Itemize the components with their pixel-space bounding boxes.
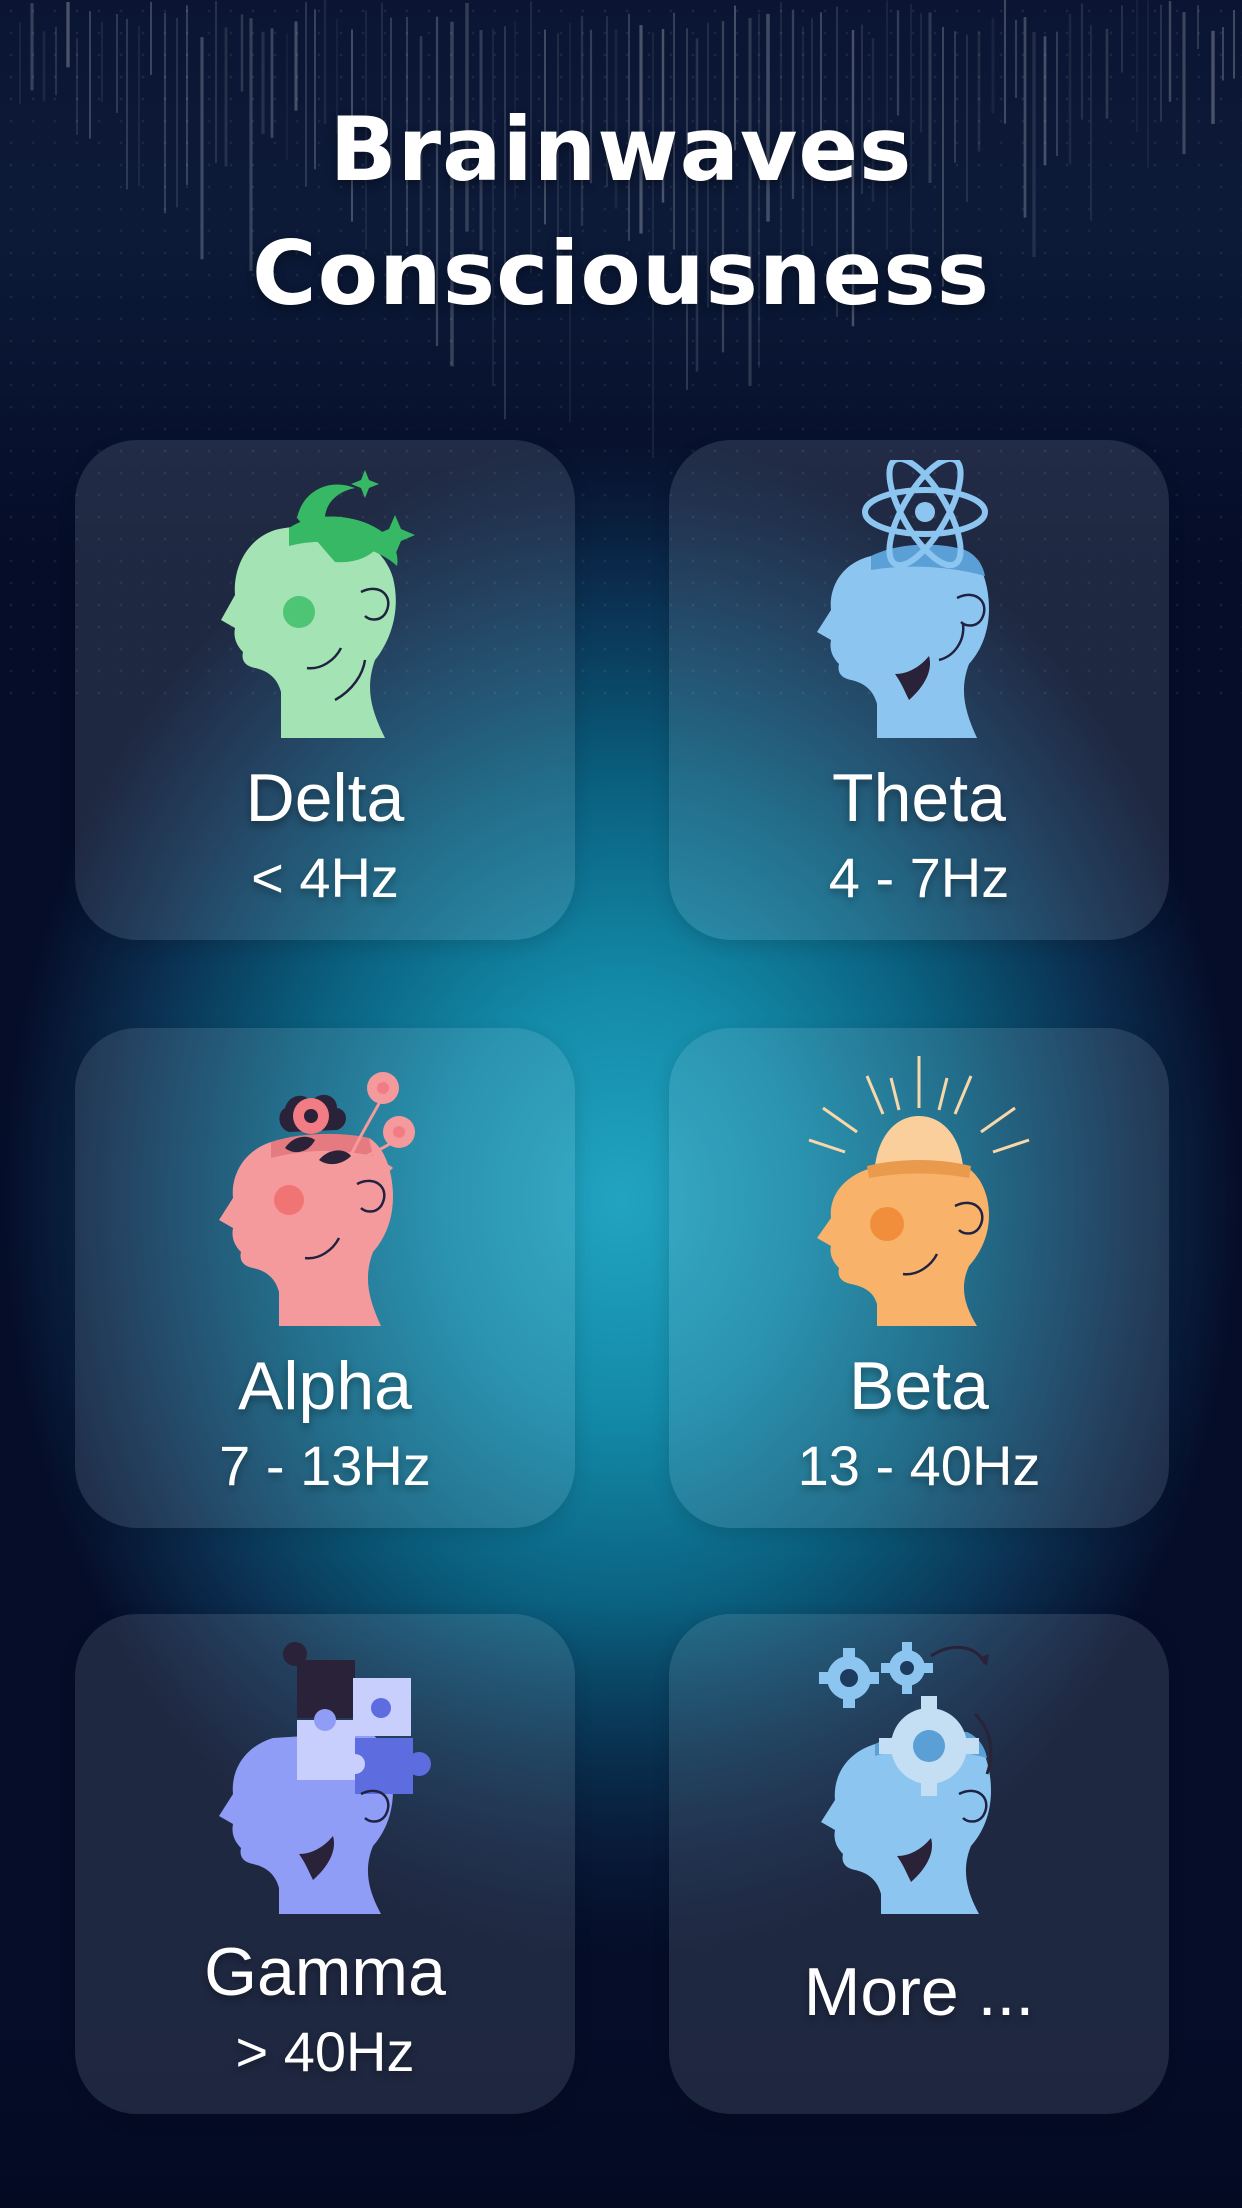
gears-head-icon (819, 1642, 993, 1914)
page-title-line-2: Consciousness (252, 222, 990, 325)
card-delta-frequency: < 4Hz (251, 846, 399, 909)
atom-head-icon (817, 460, 989, 738)
card-theta[interactable]: Theta 4 - 7Hz (669, 440, 1169, 940)
card-theta-name: Theta (832, 760, 1006, 836)
card-beta[interactable]: Beta 13 - 40Hz (669, 1028, 1169, 1528)
card-gamma-name: Gamma (204, 1934, 446, 2010)
puzzle-head-icon (219, 1642, 431, 1914)
page-title-line-1: Brainwaves (329, 98, 913, 201)
card-alpha[interactable]: Alpha 7 - 13Hz (75, 1028, 575, 1528)
card-alpha-frequency: 7 - 13Hz (219, 1434, 431, 1497)
card-more-name: More ... (803, 1954, 1035, 2030)
card-more[interactable]: More ... (669, 1614, 1169, 2114)
card-delta-name: Delta (245, 760, 405, 836)
sun-head-icon (808, 1056, 1030, 1326)
card-alpha-name: Alpha (238, 1348, 412, 1424)
brainwaves-screen: { "header": { "title_line1": "Brainwaves… (0, 0, 1242, 2208)
flower-head-icon (219, 1072, 415, 1326)
moon-stars-head-icon (221, 470, 415, 738)
card-gamma[interactable]: Gamma > 40Hz (75, 1614, 575, 2114)
card-delta[interactable]: Delta < 4Hz (75, 440, 575, 940)
card-beta-frequency: 13 - 40Hz (797, 1434, 1041, 1497)
card-theta-frequency: 4 - 7Hz (828, 846, 1010, 909)
page-title: Brainwaves Consciousness (0, 88, 1242, 336)
card-beta-name: Beta (849, 1348, 989, 1424)
card-gamma-frequency: > 40Hz (235, 2020, 415, 2083)
